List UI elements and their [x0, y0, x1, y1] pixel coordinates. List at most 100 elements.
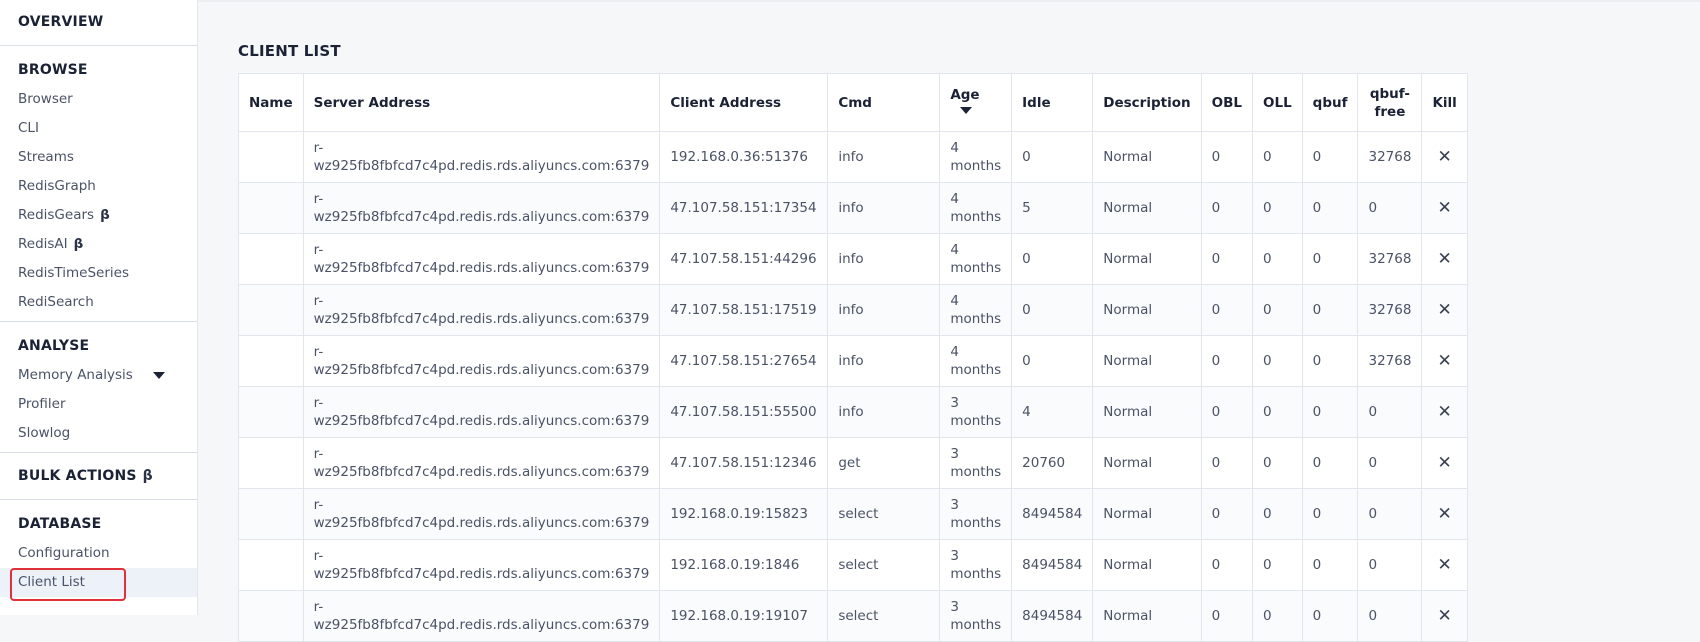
column-header-oll[interactable]: OLL: [1251, 73, 1303, 132]
cmd-cell: select: [827, 488, 941, 540]
kill-client-icon[interactable]: ✕: [1421, 590, 1468, 642]
column-header-client-address[interactable]: Client Address: [659, 73, 829, 132]
qbuf-free-cell: 32768: [1357, 233, 1423, 285]
sidebar-item-label: Memory Analysis: [18, 367, 133, 383]
sidebar-item-redisearch[interactable]: RediSearch: [0, 288, 197, 317]
column-header-qbuf-free[interactable]: qbuf-free: [1357, 73, 1423, 132]
column-header-qbuf[interactable]: qbuf: [1301, 73, 1359, 132]
column-header-description[interactable]: Description: [1092, 73, 1202, 132]
kill-client-icon[interactable]: ✕: [1421, 488, 1468, 540]
server-address-cell: r-wz925fb8fbfcd7c4pd.redis.rds.aliyuncs.…: [302, 131, 661, 183]
oll-cell: 0: [1251, 182, 1303, 234]
name-cell: [238, 437, 304, 489]
obl-cell: 0: [1200, 488, 1253, 540]
qbuf-cell: 0: [1301, 539, 1359, 591]
server-address-cell: r-wz925fb8fbfcd7c4pd.redis.rds.aliyuncs.…: [302, 437, 661, 489]
sidebar-item-redisai[interactable]: RedisAI β: [0, 230, 197, 259]
name-cell: [238, 539, 304, 591]
nav-bulk-actions[interactable]: BULK ACTIONS β: [0, 453, 197, 499]
age-cell: 4 months: [939, 131, 1013, 183]
table-row: r-wz925fb8fbfcd7c4pd.redis.rds.aliyuncs.…: [238, 488, 1468, 540]
table-row: r-wz925fb8fbfcd7c4pd.redis.rds.aliyuncs.…: [238, 233, 1468, 285]
sidebar-item-label: Client List: [18, 574, 85, 590]
client-address-cell: 47.107.58.151:12346: [659, 437, 829, 489]
client-address-cell: 47.107.58.151:55500: [659, 386, 829, 438]
kill-client-icon[interactable]: ✕: [1421, 335, 1468, 387]
sidebar-item-slowlog[interactable]: Slowlog: [0, 419, 197, 448]
sidebar-item-profiler[interactable]: Profiler: [0, 390, 197, 419]
column-header-obl[interactable]: OBL: [1200, 73, 1253, 132]
sidebar-item-browser[interactable]: Browser: [0, 85, 197, 114]
column-header-kill[interactable]: Kill: [1421, 73, 1468, 132]
sidebar-item-redisgears[interactable]: RedisGears β: [0, 201, 197, 230]
oll-cell: 0: [1251, 437, 1303, 489]
obl-cell: 0: [1200, 437, 1253, 489]
obl-cell: 0: [1200, 386, 1253, 438]
sidebar-item-client-list[interactable]: Client List: [0, 568, 197, 597]
qbuf-free-cell: 32768: [1357, 131, 1423, 183]
client-address-cell: 192.168.0.19:19107: [659, 590, 829, 642]
sidebar-item-memory-analysis[interactable]: Memory Analysis: [0, 361, 197, 390]
nav-overview[interactable]: OVERVIEW: [0, 0, 197, 45]
kill-client-icon[interactable]: ✕: [1421, 437, 1468, 489]
obl-cell: 0: [1200, 539, 1253, 591]
obl-cell: 0: [1200, 335, 1253, 387]
description-cell: Normal: [1092, 386, 1202, 438]
oll-cell: 0: [1251, 233, 1303, 285]
column-header-name[interactable]: Name: [238, 73, 304, 132]
description-cell: Normal: [1092, 335, 1202, 387]
oll-cell: 0: [1251, 539, 1303, 591]
qbuf-cell: 0: [1301, 437, 1359, 489]
qbuf-cell: 0: [1301, 233, 1359, 285]
sidebar-item-streams[interactable]: Streams: [0, 143, 197, 172]
chevron-down-icon[interactable]: [153, 372, 165, 379]
browse-section-title: BROWSE: [18, 62, 88, 78]
table-header-row: Name Server Address Client Address Cmd A…: [238, 73, 1468, 132]
overview-section: OVERVIEW: [0, 0, 197, 46]
server-address-cell: r-wz925fb8fbfcd7c4pd.redis.rds.aliyuncs.…: [302, 590, 661, 642]
column-header-idle[interactable]: Idle: [1011, 73, 1094, 132]
column-header-age[interactable]: Age: [939, 73, 1013, 132]
table-row: r-wz925fb8fbfcd7c4pd.redis.rds.aliyuncs.…: [238, 284, 1468, 336]
sidebar-item-configuration[interactable]: Configuration: [0, 539, 197, 568]
kill-client-icon[interactable]: ✕: [1421, 131, 1468, 183]
sidebar-item-cli[interactable]: CLI: [0, 114, 197, 143]
age-cell: 3 months: [939, 386, 1013, 438]
idle-cell: 0: [1011, 335, 1094, 387]
column-header-cmd[interactable]: Cmd: [827, 73, 941, 132]
column-header-server-address[interactable]: Server Address: [302, 73, 661, 132]
sidebar-item-redisgraph[interactable]: RedisGraph: [0, 172, 197, 201]
oll-cell: 0: [1251, 335, 1303, 387]
table-row: r-wz925fb8fbfcd7c4pd.redis.rds.aliyuncs.…: [238, 437, 1468, 489]
kill-client-icon[interactable]: ✕: [1421, 539, 1468, 591]
kill-client-icon[interactable]: ✕: [1421, 386, 1468, 438]
name-cell: [238, 182, 304, 234]
description-cell: Normal: [1092, 488, 1202, 540]
kill-client-icon[interactable]: ✕: [1421, 233, 1468, 285]
table-row: r-wz925fb8fbfcd7c4pd.redis.rds.aliyuncs.…: [238, 539, 1468, 591]
sort-desc-icon[interactable]: [960, 107, 973, 114]
sidebar-item-label: RedisGears: [18, 207, 95, 223]
sidebar-item-label: Streams: [18, 149, 74, 165]
client-address-cell: 192.168.0.19:1846: [659, 539, 829, 591]
analyse-section: ANALYSE Memory Analysis Profiler Slowlog: [0, 322, 197, 453]
sidebar-item-label: Browser: [18, 91, 73, 107]
server-address-cell: r-wz925fb8fbfcd7c4pd.redis.rds.aliyuncs.…: [302, 539, 661, 591]
cmd-cell: info: [827, 233, 941, 285]
bulk-actions-section: BULK ACTIONS β: [0, 453, 197, 500]
main-content: CLIENT LIST Name Server Address Client A…: [198, 0, 1700, 642]
age-cell: 4 months: [939, 233, 1013, 285]
idle-cell: 0: [1011, 233, 1094, 285]
sidebar-item-label: RediSearch: [18, 294, 94, 310]
kill-client-icon[interactable]: ✕: [1421, 182, 1468, 234]
sidebar-item-label: RedisAI: [18, 236, 68, 252]
analyse-section-title: ANALYSE: [18, 338, 90, 354]
kill-client-icon[interactable]: ✕: [1421, 284, 1468, 336]
description-cell: Normal: [1092, 131, 1202, 183]
sidebar-item-redistimeseries[interactable]: RedisTimeSeries: [0, 259, 197, 288]
cmd-cell: get: [827, 437, 941, 489]
age-cell: 3 months: [939, 590, 1013, 642]
name-cell: [238, 233, 304, 285]
qbuf-free-cell: 0: [1357, 590, 1423, 642]
name-cell: [238, 335, 304, 387]
